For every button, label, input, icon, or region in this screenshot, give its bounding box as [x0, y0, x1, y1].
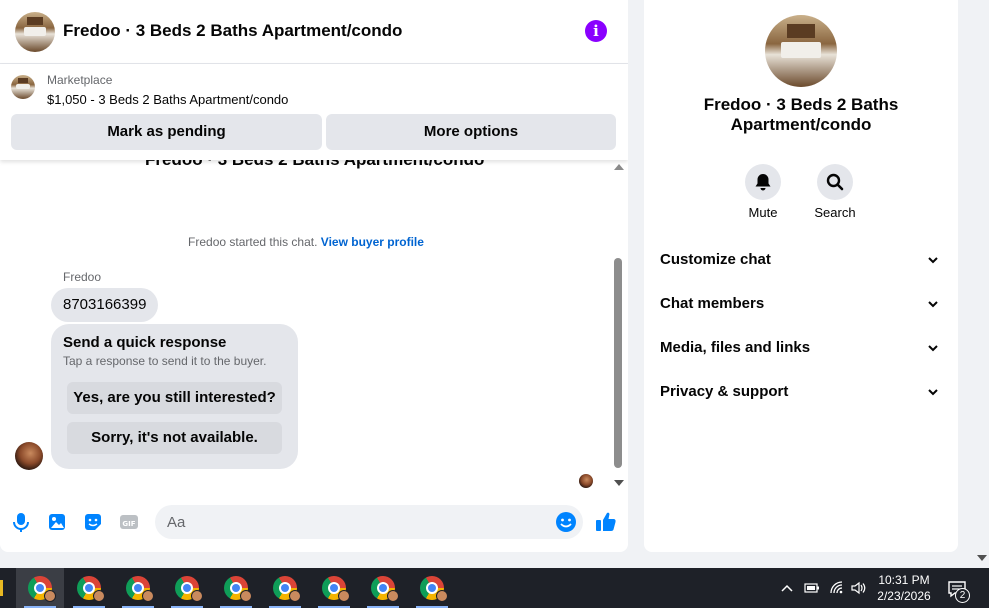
clock-date: 2/23/2026 [877, 589, 931, 603]
quick-response-subtitle: Tap a response to send it to the buyer. [63, 354, 267, 368]
profile-badge [436, 590, 448, 602]
profile-badge [387, 590, 399, 602]
clock-time: 10:31 PM [878, 573, 930, 587]
marketplace-banner: Marketplace $1,050 - 3 Beds 2 Baths Apar… [0, 64, 628, 160]
section-label: Chat members [660, 295, 765, 312]
taskbar-chrome-2[interactable] [65, 568, 113, 608]
section-media-files-links[interactable]: Media, files and links [660, 334, 942, 364]
listing-avatar[interactable] [15, 12, 55, 52]
profile-badge [44, 590, 56, 602]
quick-response-option[interactable]: Sorry, it's not available. [67, 422, 282, 454]
more-options-button[interactable]: More options [326, 114, 616, 150]
chevron-down-icon [928, 257, 938, 264]
view-buyer-profile-link[interactable]: View buyer profile [321, 235, 424, 249]
system-clock[interactable]: 10:31 PM 2/23/2026 [868, 572, 940, 604]
search-label: Search [814, 205, 856, 220]
taskbar-chrome-5[interactable] [212, 568, 260, 608]
chat-started-text: Fredoo started this chat. [188, 235, 318, 249]
section-customize-chat[interactable]: Customize chat [660, 246, 942, 276]
profile-badge [289, 590, 301, 602]
message-input[interactable] [167, 505, 547, 539]
scroll-thumb[interactable] [614, 258, 622, 468]
section-label: Customize chat [660, 251, 771, 268]
listing-thumbnail[interactable] [11, 75, 35, 99]
chevron-up-icon[interactable] [779, 580, 795, 596]
chevron-down-icon [928, 301, 938, 308]
taskbar-chrome-8[interactable] [359, 568, 407, 608]
chevron-down-icon [928, 345, 938, 352]
thumbs-up-icon[interactable] [594, 510, 618, 534]
taskbar-chrome-7[interactable] [310, 568, 358, 608]
profile-badge [142, 590, 154, 602]
section-privacy-support[interactable]: Privacy & support [660, 378, 942, 408]
info-panel-title: Fredoo · 3 Beds 2 Baths Apartment/condo [703, 95, 899, 134]
listing-price-title[interactable]: $1,050 - 3 Beds 2 Baths Apartment/condo [47, 92, 288, 107]
listing-photo[interactable] [765, 15, 837, 87]
gif-icon[interactable]: GIF [118, 511, 140, 533]
profile-badge [240, 590, 252, 602]
quick-response-title: Send a quick response [63, 334, 227, 351]
page-scroll-down-arrow-icon[interactable] [977, 555, 987, 561]
windows-taskbar: 10:31 PM 2/23/2026 2 [0, 568, 989, 608]
quick-response-card: Send a quick response Tap a response to … [51, 324, 298, 469]
notification-count-badge: 2 [955, 588, 970, 603]
message-input-wrapper [155, 505, 583, 539]
info-icon[interactable]: i [585, 20, 607, 42]
sender-avatar[interactable] [15, 442, 43, 470]
chat-scrollbar[interactable] [612, 164, 626, 490]
mark-as-pending-button[interactable]: Mark as pending [11, 114, 322, 150]
chat-info-panel: Fredoo · 3 Beds 2 Baths Apartment/condo … [644, 0, 958, 552]
message-bubble[interactable]: 8703166399 [51, 288, 159, 322]
taskbar-chrome-4[interactable] [163, 568, 211, 608]
chat-title[interactable]: Fredoo · 3 Beds 2 Baths Apartment/condo [63, 21, 402, 41]
taskbar-chrome-3[interactable] [114, 568, 162, 608]
chevron-down-icon [928, 389, 938, 396]
profile-badge [93, 590, 105, 602]
battery-icon[interactable] [804, 580, 820, 596]
search-button[interactable] [817, 164, 853, 200]
taskbar-chrome-1[interactable] [16, 568, 64, 608]
bell-icon [755, 174, 771, 191]
scroll-down-arrow-icon[interactable] [614, 480, 624, 486]
section-chat-members[interactable]: Chat members [660, 290, 942, 320]
file-explorer-edge-icon[interactable] [0, 580, 3, 596]
taskbar-chrome-9[interactable] [408, 568, 456, 608]
volume-icon[interactable] [850, 580, 866, 596]
chat-header: Fredoo · 3 Beds 2 Baths Apartment/condo … [0, 0, 628, 64]
mute-button[interactable] [745, 164, 781, 200]
chat-started-notice: Fredoo started this chat. View buyer pro… [0, 235, 612, 249]
marketplace-label: Marketplace [47, 73, 113, 87]
microphone-icon[interactable] [10, 511, 32, 533]
seen-by-avatar [579, 474, 593, 488]
search-icon [826, 173, 844, 191]
image-icon[interactable] [46, 511, 68, 533]
profile-badge [191, 590, 203, 602]
wifi-icon[interactable] [829, 580, 845, 596]
scroll-up-arrow-icon[interactable] [614, 164, 624, 170]
sender-name: Fredoo [63, 270, 102, 284]
section-label: Media, files and links [660, 339, 811, 356]
quick-response-option[interactable]: Yes, are you still interested? [67, 382, 282, 414]
section-label: Privacy & support [660, 383, 789, 400]
profile-badge [338, 590, 350, 602]
emoji-icon[interactable] [555, 511, 577, 533]
taskbar-chrome-6[interactable] [261, 568, 309, 608]
svg-text:GIF: GIF [122, 520, 135, 528]
mute-label: Mute [748, 205, 778, 220]
chat-panel: Fredoo · 3 Beds 2 Baths Apartment/condo … [0, 0, 628, 552]
sticker-icon[interactable] [82, 511, 104, 533]
